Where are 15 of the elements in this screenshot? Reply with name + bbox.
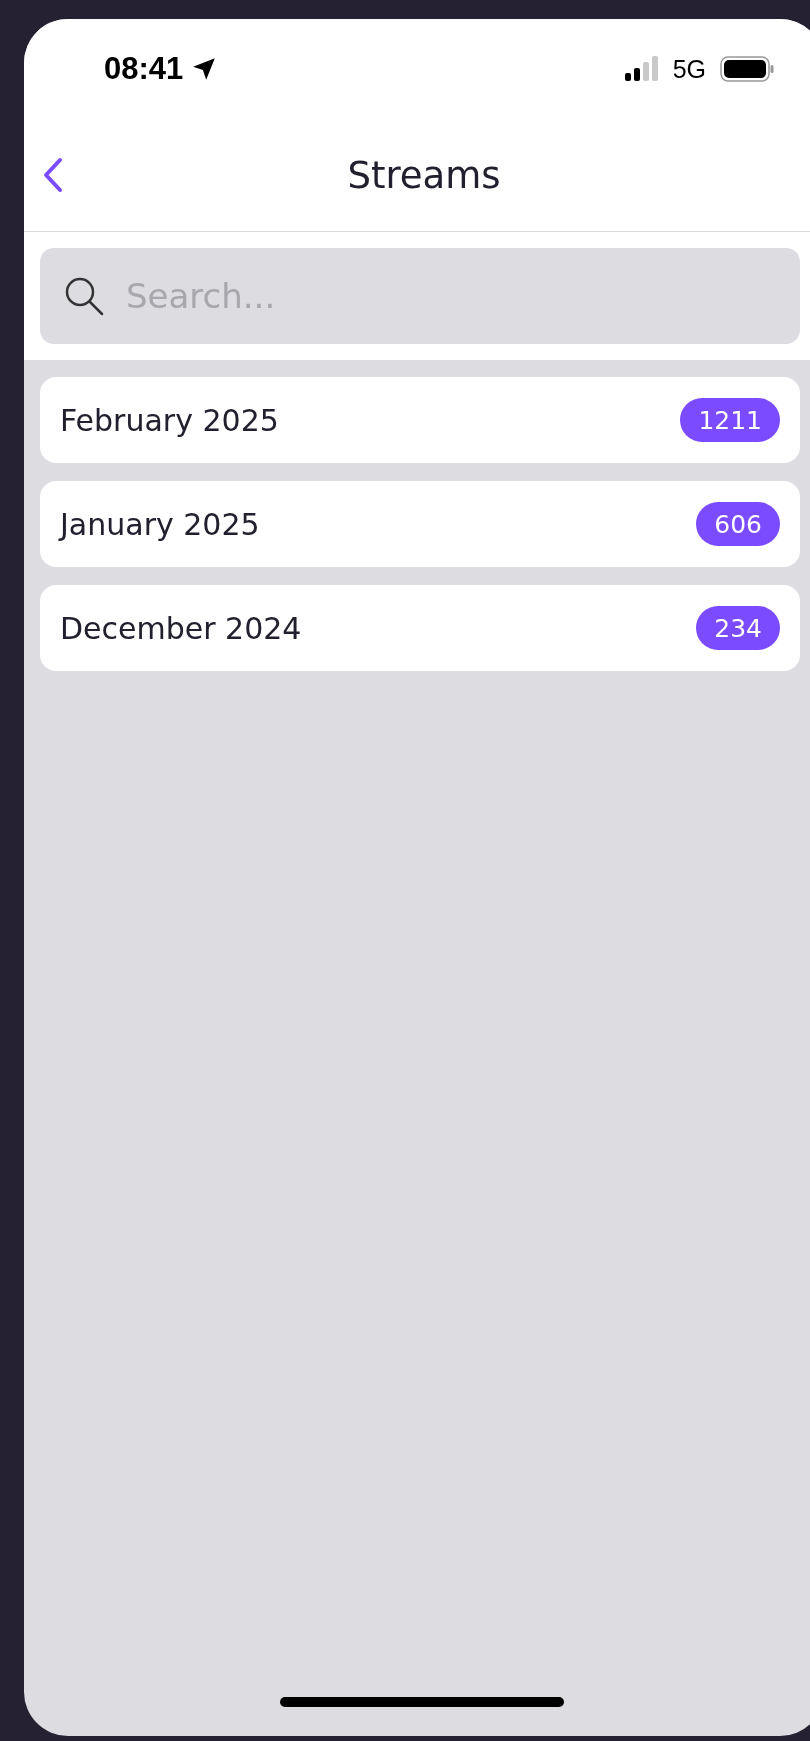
status-time: 08:41 bbox=[104, 51, 184, 87]
signal-icon bbox=[624, 56, 659, 82]
location-arrow-icon bbox=[191, 56, 218, 82]
stream-label: December 2024 bbox=[60, 610, 302, 646]
count-badge: 606 bbox=[696, 502, 780, 546]
network-label: 5G bbox=[672, 54, 706, 84]
stream-label: January 2025 bbox=[60, 506, 260, 542]
stream-item[interactable]: January 2025 606 bbox=[40, 481, 800, 567]
count-badge: 1211 bbox=[680, 398, 780, 442]
page-title: Streams bbox=[347, 153, 501, 197]
stream-item[interactable]: December 2024 234 bbox=[40, 585, 800, 671]
stream-item[interactable]: February 2025 1211 bbox=[40, 377, 800, 463]
count-badge: 234 bbox=[696, 606, 780, 650]
stream-label: February 2025 bbox=[60, 402, 279, 438]
battery-icon bbox=[720, 56, 774, 82]
